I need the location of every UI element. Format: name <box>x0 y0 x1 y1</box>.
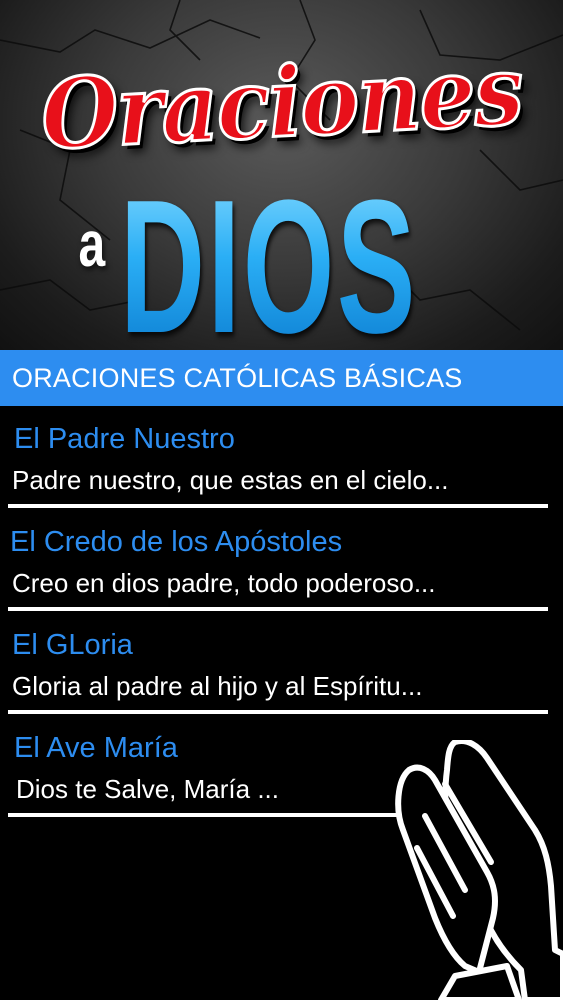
prayer-title: El Ave María <box>14 732 178 764</box>
prayer-title: El Padre Nuestro <box>14 423 235 455</box>
prayer-title: El Credo de los Apóstoles <box>10 526 343 558</box>
section-header: ORACIONES CATÓLICAS BÁSICAS <box>0 350 563 406</box>
prayer-title: El GLoria <box>12 629 133 661</box>
prayer-preview: Dios te Salve, María ... <box>16 774 279 804</box>
prayer-item-credo[interactable]: El Credo de los Apóstoles Creo en dios p… <box>0 513 563 616</box>
praying-hands-icon <box>395 740 563 1000</box>
app-header: Oraciones a DIOS <box>0 0 563 350</box>
logo-title-oraciones: Oraciones <box>37 32 526 173</box>
logo-title-dios: DIOS <box>120 172 418 350</box>
divider <box>8 607 548 611</box>
divider <box>8 710 548 714</box>
divider <box>8 504 548 508</box>
prayer-preview: Padre nuestro, que estas en el cielo... <box>12 465 449 495</box>
divider <box>8 813 398 817</box>
section-title: ORACIONES CATÓLICAS BÁSICAS <box>12 363 463 393</box>
prayer-item-gloria[interactable]: El GLoria Gloria al padre al hijo y al E… <box>0 616 563 719</box>
prayer-preview: Gloria al padre al hijo y al Espíritu... <box>12 671 423 701</box>
logo-connector: a <box>78 208 106 280</box>
prayer-item-padre-nuestro[interactable]: El Padre Nuestro Padre nuestro, que esta… <box>0 410 563 513</box>
prayer-preview: Creo en dios padre, todo poderoso... <box>12 568 436 598</box>
